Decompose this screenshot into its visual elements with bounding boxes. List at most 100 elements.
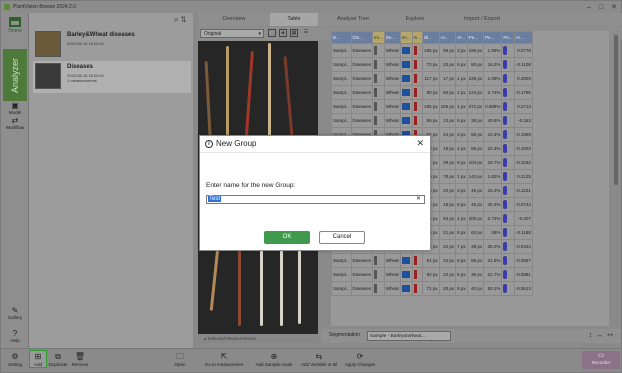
table-cell: Wheat [383, 71, 401, 86]
add-button[interactable]: ⊞ Add [29, 350, 47, 368]
column-header[interactable]: In... [411, 31, 424, 44]
grid-icon[interactable]: ▦ [290, 29, 298, 37]
apply-changes-button[interactable]: ⟳ Apply Changes [343, 351, 377, 367]
table-cell [501, 211, 515, 226]
goto-icon: ⇱ [220, 352, 228, 361]
cell-thumbnail [374, 269, 378, 279]
bottom-toolbar: ⚙ Setting ⊞ Add ⧉ Duplicate 🗑 Remove 🗀 O… [1, 348, 621, 372]
column-header[interactable]: Bl... [422, 31, 440, 44]
cancel-button[interactable]: Cancel [319, 231, 365, 244]
view-select[interactable]: Original ▾ [200, 29, 264, 38]
project-item-selected[interactable]: Diseases 2023-06-15 16:25:41 1 measureme… [33, 61, 191, 93]
settings-button[interactable]: ⚙ Setting [7, 351, 23, 367]
layers-icon[interactable]: ◈ [279, 29, 287, 37]
add-column-icon: ⇆ [315, 352, 323, 361]
goto-measurement-button[interactable]: ⇱ Go to measuremen [201, 351, 247, 367]
nav-analyzer[interactable]: Analyzer [3, 49, 27, 101]
duplicate-button[interactable]: ⧉ Duplicate [47, 351, 69, 367]
table-cell: Wheat [383, 99, 401, 114]
table-cell: 89 px [438, 43, 457, 58]
table-row[interactable]: Sampl... Diseases Wheat 117 px 17 px 1 px 239 … [331, 71, 533, 86]
nav-home[interactable]: Home [3, 17, 27, 34]
table-cell: 38 px [466, 113, 485, 128]
selected-measurements-bar[interactable]: ▴ Selected Measurements [198, 335, 318, 343]
clear-icon[interactable]: ✕ [416, 196, 421, 203]
add-variable-label: Add Variable or Bl [301, 362, 337, 367]
table-cell [399, 113, 413, 128]
tab-table[interactable]: Table [270, 13, 318, 26]
table-cell [372, 267, 385, 282]
nav-model[interactable]: ▣ Model [1, 101, 29, 115]
table-cell: 35.2% [483, 239, 503, 254]
table-row[interactable]: Sampl... Diseases Wheat 80 px 60 px 2 px 124 p… [331, 85, 533, 100]
ok-button[interactable]: OK [264, 231, 310, 244]
project-thumbnail [35, 63, 61, 89]
help-icon: ? [12, 329, 18, 338]
table-resize-icons[interactable]: ↕↔⇿ [589, 331, 617, 339]
tab-analyse-tree[interactable]: Analyse Tree [318, 13, 388, 26]
table-row[interactable]: Sampl... Diseases Wheat 185 px 185 px 1 px 372… [331, 99, 533, 114]
column-header[interactable]: Im... [399, 31, 413, 44]
recorder-button[interactable]: ▭ Recorder [582, 351, 620, 369]
remove-button[interactable]: 🗑 Remove [71, 351, 89, 367]
table-cell: Sampl... [331, 71, 352, 86]
table-cell: 9 px [455, 281, 468, 296]
column-header[interactable]: Im... [372, 31, 385, 44]
cell-thumbnail [401, 88, 410, 96]
table-cell: 46 px [466, 197, 485, 212]
table-row[interactable]: Sampl... Diseases Wheat 72 px 23 px 6 px 80 px… [331, 57, 533, 72]
column-header[interactable]: De... [383, 31, 401, 44]
table-cell: -0.1108 [513, 57, 533, 72]
tab-explore[interactable]: Explore [388, 13, 442, 26]
column-header[interactable]: Ar... [455, 31, 468, 44]
table-cell [501, 281, 515, 296]
table-cell: -0.1969 [513, 127, 533, 142]
table-cell: 9 px [455, 155, 468, 170]
nav-workflow-label: Workflow [5, 125, 25, 130]
nav-gallery[interactable]: ✎ Gallery [1, 306, 29, 320]
chevron-down-icon: ▾ [258, 31, 261, 37]
project-item[interactable]: Barley&Wheat diseases 2023-06-15 16:25:4… [33, 29, 191, 61]
segmentation-select[interactable]: Sample - Barley&Wheat... [367, 331, 451, 341]
table-cell [372, 281, 385, 296]
column-header[interactable]: Ar... [438, 31, 457, 44]
cell-thumbnail [503, 87, 508, 97]
add-sample-button[interactable]: ⊕ Add Sample mode [253, 351, 295, 367]
apply-label: Apply Changes [344, 362, 376, 367]
table-row[interactable]: Sampl... Diseases Wheat 91 px 22 px 6 px 56 px… [331, 253, 533, 268]
table-row[interactable]: Sampl... Diseases Wheat 55 px 13 px 6 px 38 px… [331, 113, 533, 128]
nav-workflow[interactable]: ⇄ Workflow [1, 116, 29, 130]
column-header[interactable]: Ar... [513, 31, 533, 44]
tab-overview[interactable]: Overview [198, 13, 270, 26]
column-header[interactable]: Pe... [483, 31, 503, 44]
add-variable-button[interactable]: ⇆ Add Variable or Bl [299, 351, 339, 367]
column-header[interactable]: Pe... [466, 31, 485, 44]
cell-thumbnail [374, 101, 378, 111]
tab-import-export[interactable]: Import / Export [442, 13, 522, 26]
table-scrollbar[interactable] [613, 31, 619, 326]
group-name-input[interactable]: Test ✕ [206, 195, 425, 204]
table-cell: Sampl... [331, 113, 352, 128]
column-header[interactable]: Dis... [350, 31, 374, 44]
scrollbar-thumb[interactable] [614, 35, 618, 185]
square-icon[interactable] [268, 29, 276, 37]
cell-thumbnail [401, 270, 410, 278]
list-icon[interactable]: ☰ [302, 29, 310, 37]
search-icon[interactable]: ⌕ ⇅ [174, 15, 187, 25]
table-cell [501, 253, 515, 268]
cell-thumbnail [401, 46, 410, 54]
close-icon[interactable]: ✕ [416, 138, 424, 149]
table-cell: Wheat [383, 85, 401, 100]
column-header[interactable]: B... [331, 31, 352, 44]
table-row[interactable]: Sampl... Diseases Wheat 92 px 22 px 5 px 36 px… [331, 267, 533, 282]
table-cell: 1 px [455, 99, 468, 114]
table-row[interactable]: Sampl... Diseases Wheat 195 px 89 px 3 px 196 … [331, 43, 533, 58]
open-button[interactable]: 🗀 Open [172, 351, 188, 367]
table-cell: -0.0567 [513, 253, 533, 268]
table-cell: 92 px [422, 267, 440, 282]
table-cell [399, 281, 413, 296]
nav-help[interactable]: ? Help [1, 329, 29, 343]
cell-thumbnail [374, 115, 378, 125]
table-row[interactable]: Sampl... Diseases Wheat 71 px 20 px 9 px 40 px… [331, 281, 533, 296]
column-header[interactable]: Pe... [501, 31, 515, 44]
